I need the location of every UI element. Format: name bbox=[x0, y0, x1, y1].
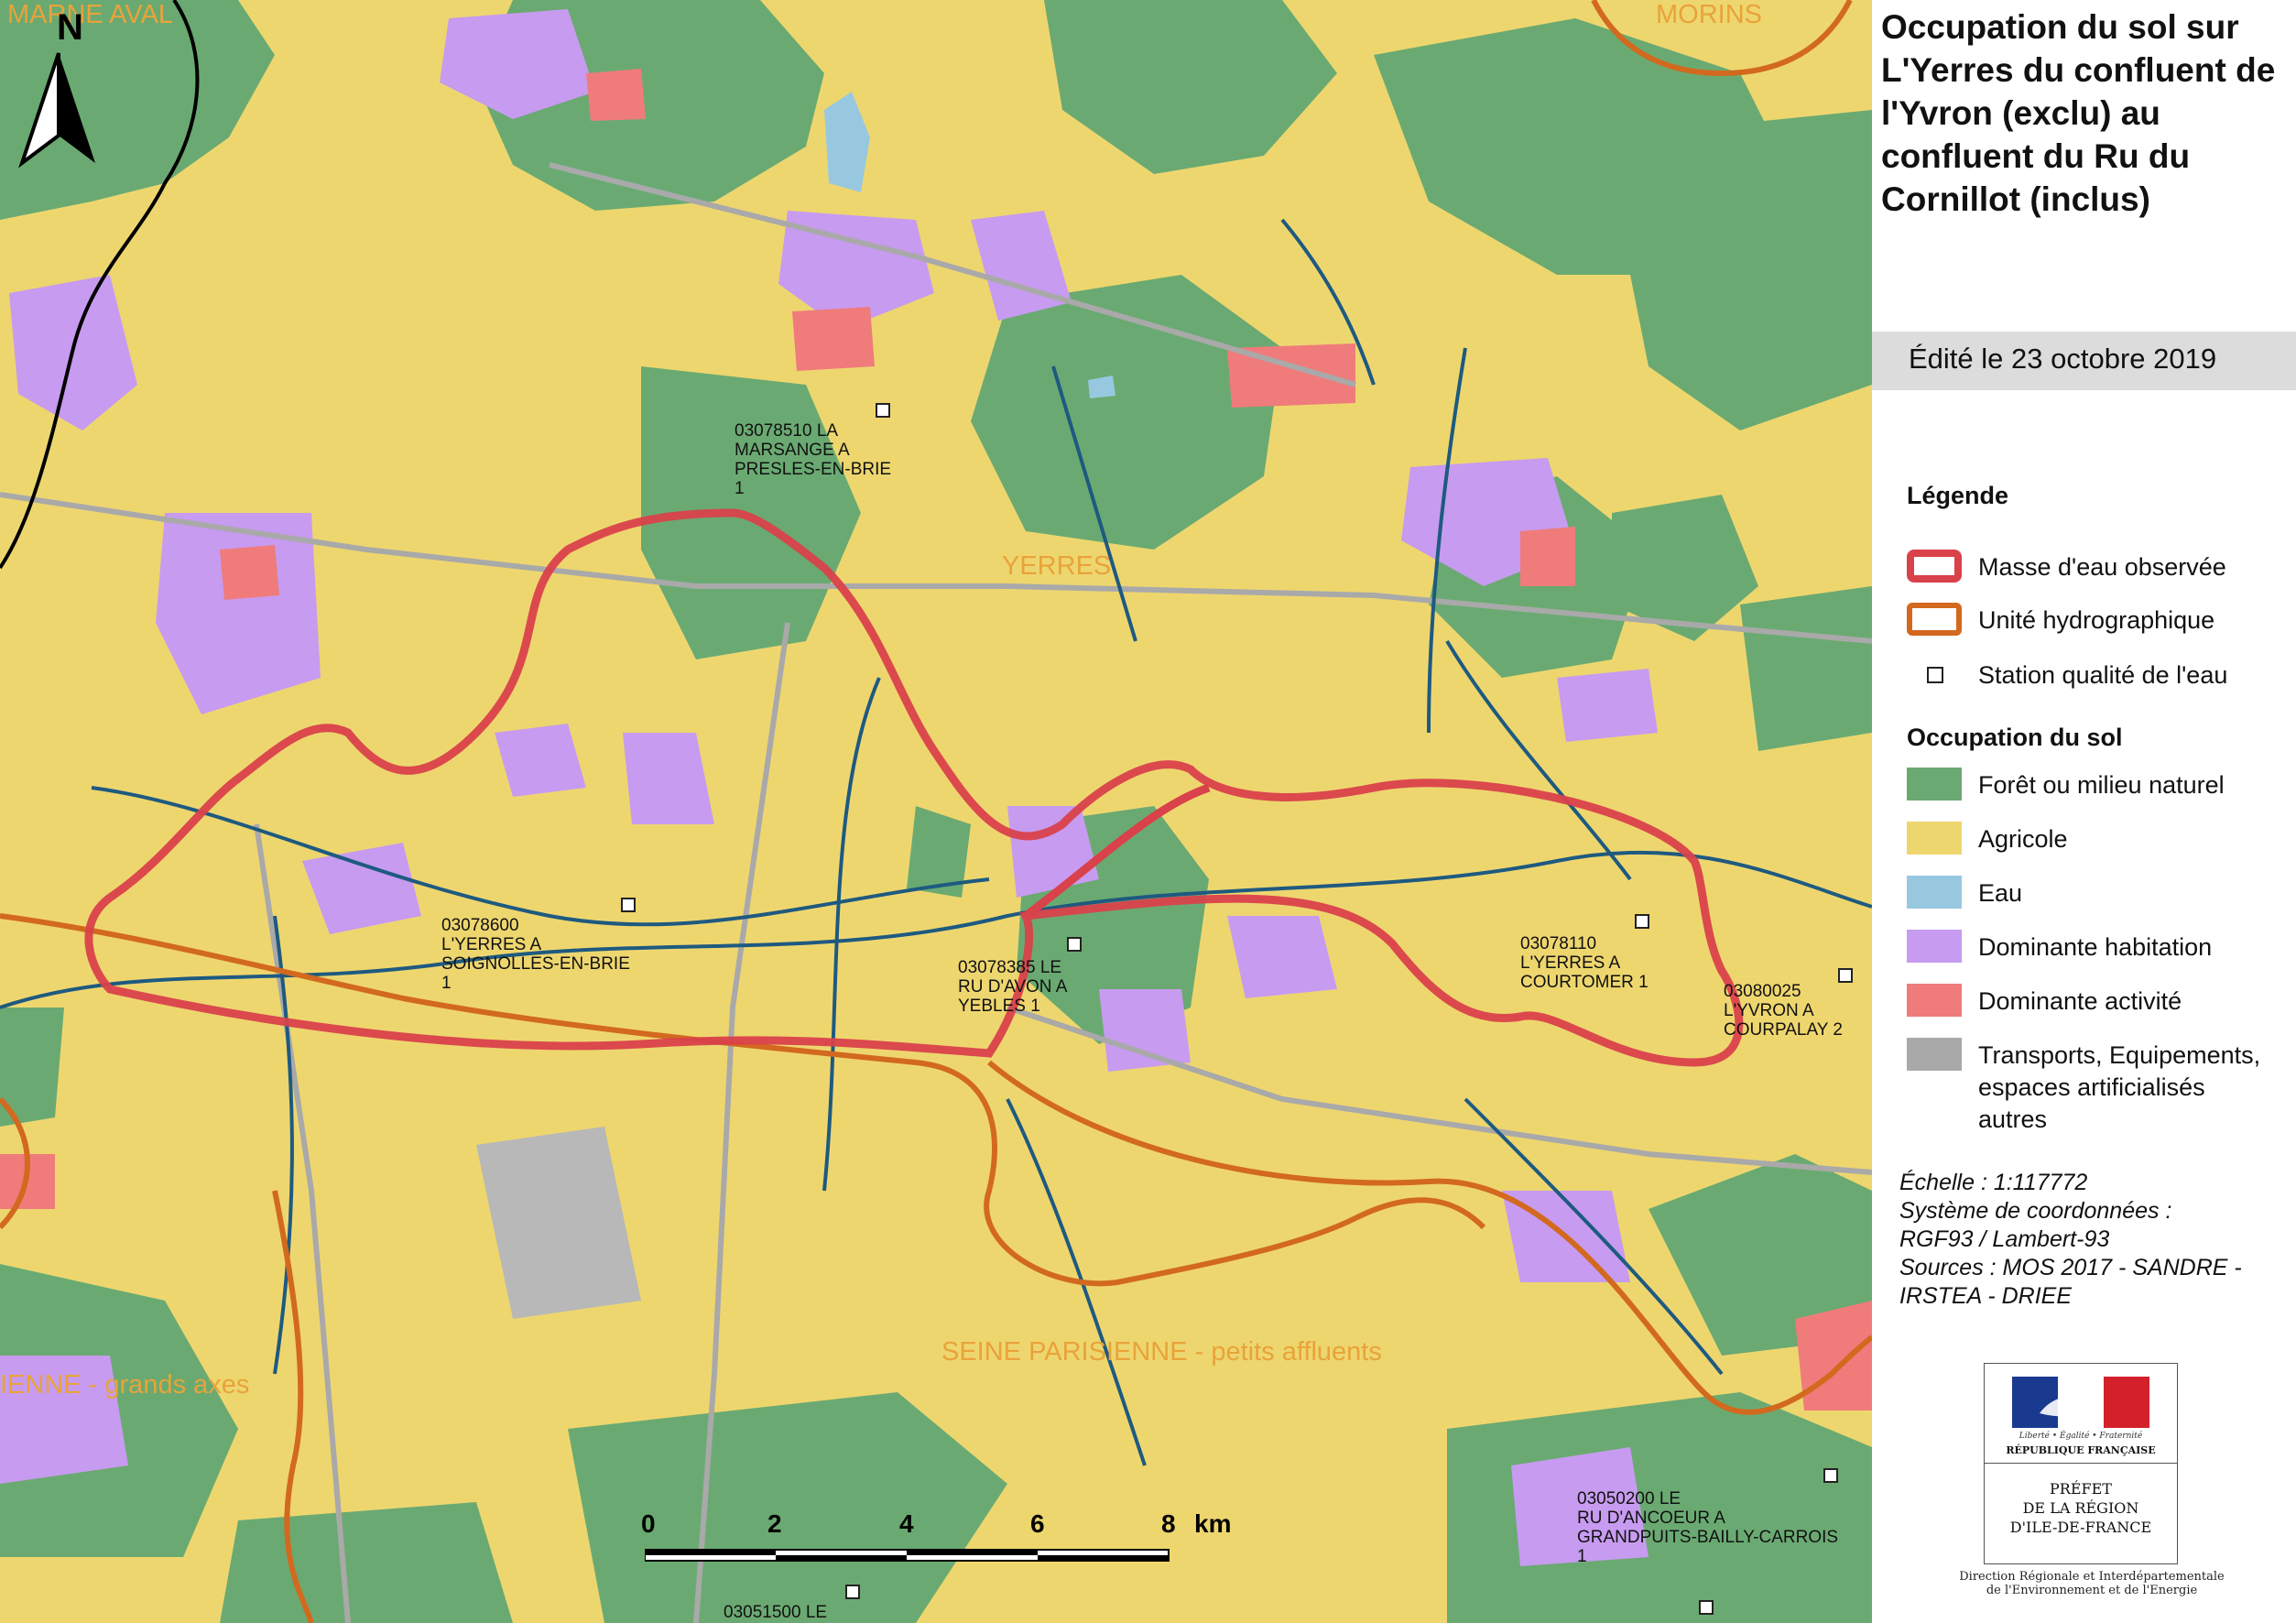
legend-item-forest: Forêt ou milieu naturel bbox=[1907, 768, 2291, 804]
zone-label-morins: MORINS bbox=[1656, 0, 1762, 29]
meta-line: Sources : MOS 2017 - SANDRE - bbox=[1899, 1255, 2242, 1280]
legend-label: Dominante activité bbox=[1978, 987, 2182, 1015]
logo-direction: Direction Régionale et Interdépartementa… bbox=[1959, 1570, 2225, 1597]
scale-tick: 6 bbox=[1030, 1509, 1045, 1538]
station-marker[interactable] bbox=[876, 403, 890, 418]
legend-item-hydro-unit: Unité hydrographique bbox=[1907, 603, 2291, 639]
station-marker[interactable] bbox=[1699, 1600, 1714, 1615]
scale-unit: km bbox=[1194, 1509, 1232, 1538]
marianne-flag-icon bbox=[2012, 1377, 2149, 1428]
legend-title: Légende bbox=[1907, 482, 2009, 509]
water-body-swatch bbox=[1907, 550, 1962, 583]
forest-areas bbox=[0, 0, 1872, 1623]
legend-item-station: Station qualité de l'eau bbox=[1907, 658, 2291, 694]
scale-tick: 4 bbox=[899, 1509, 914, 1538]
zone-label-yerres: YERRES bbox=[1002, 551, 1112, 581]
habitation-areas bbox=[0, 9, 1658, 1566]
map-metadata: Échelle : 1:117772 Système de coordonnée… bbox=[1899, 1169, 2293, 1311]
scale-tick: 0 bbox=[641, 1509, 656, 1538]
logo-divider bbox=[1985, 1463, 2177, 1464]
map-title: Occupation du sol sur L'Yerres du conflu… bbox=[1881, 8, 2276, 218]
airport-area bbox=[476, 1127, 641, 1319]
zone-label-seine-petits: SEINE PARISIENNE - petits affluents bbox=[941, 1337, 1382, 1367]
logo-republic: RÉPUBLIQUE FRANÇAISE bbox=[2006, 1444, 2156, 1456]
north-arrow-icon: N bbox=[13, 7, 104, 172]
station-label: 03050200 LE RU D'ANCOEUR A GRANDPUITS-BA… bbox=[1577, 1489, 1839, 1566]
legend-label: Dominante habitation bbox=[1978, 933, 2213, 961]
station-label: 03078600 L'YERRES A SOIGNOLLES-EN-BRIE 1 bbox=[441, 916, 630, 993]
station-label: 03078385 LE RU D'AVON A YEBLES 1 bbox=[958, 958, 1068, 1016]
edit-date-box: Édité le 23 octobre 2019 bbox=[1872, 332, 2296, 390]
habitation-swatch bbox=[1907, 930, 1962, 963]
north-letter: N bbox=[57, 7, 83, 48]
meta-line: IRSTEA - DRIEE bbox=[1899, 1283, 2072, 1309]
meta-line: Échelle : 1:117772 bbox=[1899, 1170, 2088, 1195]
station-label: 03078110 L'YERRES A COURTOMER 1 bbox=[1520, 934, 1649, 992]
station-label: 03078510 LA MARSANGE A PRESLES-EN-BRIE 1 bbox=[735, 421, 892, 498]
meta-line: RGF93 / Lambert-93 bbox=[1899, 1226, 2110, 1252]
scale-bar: 0 2 4 6 8 km bbox=[641, 1502, 1246, 1575]
station-label: 03051500 LE bbox=[724, 1603, 828, 1622]
legend-item-activity: Dominante activité bbox=[1907, 984, 2291, 1020]
station-label: 03080025 L'YVRON A COURPALAY 2 bbox=[1724, 982, 1843, 1040]
station-marker[interactable] bbox=[1635, 914, 1649, 929]
legend-item-transport: Transports, Equipements, espaces artific… bbox=[1907, 1038, 2291, 1138]
legend-item-agricultural: Agricole bbox=[1907, 822, 2291, 858]
edit-date: Édité le 23 octobre 2019 bbox=[1909, 343, 2217, 375]
station-marker[interactable] bbox=[845, 1585, 860, 1599]
agricultural-swatch bbox=[1907, 822, 1962, 855]
station-marker[interactable] bbox=[1823, 1468, 1838, 1483]
scale-tick: 8 bbox=[1161, 1509, 1176, 1538]
forest-swatch bbox=[1907, 768, 1962, 801]
water-swatch bbox=[1907, 876, 1962, 909]
logo-prefet: PRÉFET DE LA RÉGION D'ILE-DE-FRANCE bbox=[2009, 1480, 2152, 1536]
station-marker[interactable] bbox=[1838, 968, 1853, 983]
activity-swatch bbox=[1907, 984, 1962, 1017]
station-square-icon bbox=[1927, 667, 1943, 683]
map-canvas[interactable]: MARNE AVAL MORINS YERRES SEINE PARISIENN… bbox=[0, 0, 1872, 1623]
legend-label: Transports, Equipements, espaces artific… bbox=[1978, 1041, 2261, 1133]
legend-label: Forêt ou milieu naturel bbox=[1978, 771, 2225, 799]
scale-tick: 2 bbox=[767, 1509, 782, 1538]
legend-label: Eau bbox=[1978, 879, 2023, 907]
station-marker[interactable] bbox=[1067, 937, 1082, 952]
legend-label: Masse d'eau observée bbox=[1978, 553, 2226, 581]
landuse-title: Occupation du sol bbox=[1907, 724, 2123, 751]
transport-network bbox=[0, 162, 1872, 1623]
meta-line: Système de coordonnées : bbox=[1899, 1198, 2172, 1224]
legend-item-water-body: Masse d'eau observée bbox=[1907, 550, 2291, 586]
legend-label: Agricole bbox=[1978, 825, 2068, 853]
station-marker[interactable] bbox=[621, 898, 636, 912]
legend-label: Station qualité de l'eau bbox=[1978, 661, 2228, 689]
legend-label: Unité hydrographique bbox=[1978, 606, 2215, 634]
hydro-unit-swatch bbox=[1907, 603, 1962, 636]
prefecture-logo: Liberté • Égalité • Fraternité RÉPUBLIQU… bbox=[1984, 1363, 2178, 1564]
logo-motto: Liberté • Égalité • Fraternité bbox=[2019, 1432, 2143, 1441]
legend-item-habitation: Dominante habitation bbox=[1907, 930, 2291, 966]
scale-graphic bbox=[645, 1549, 1170, 1562]
transport-swatch bbox=[1907, 1038, 1962, 1071]
zone-label-seine-grands: IENNE - grands axes bbox=[0, 1370, 250, 1400]
legend-item-water: Eau bbox=[1907, 876, 2291, 912]
map-svg bbox=[0, 0, 1872, 1623]
legend-panel: Occupation du sol sur L'Yerres du conflu… bbox=[1872, 0, 2296, 1623]
